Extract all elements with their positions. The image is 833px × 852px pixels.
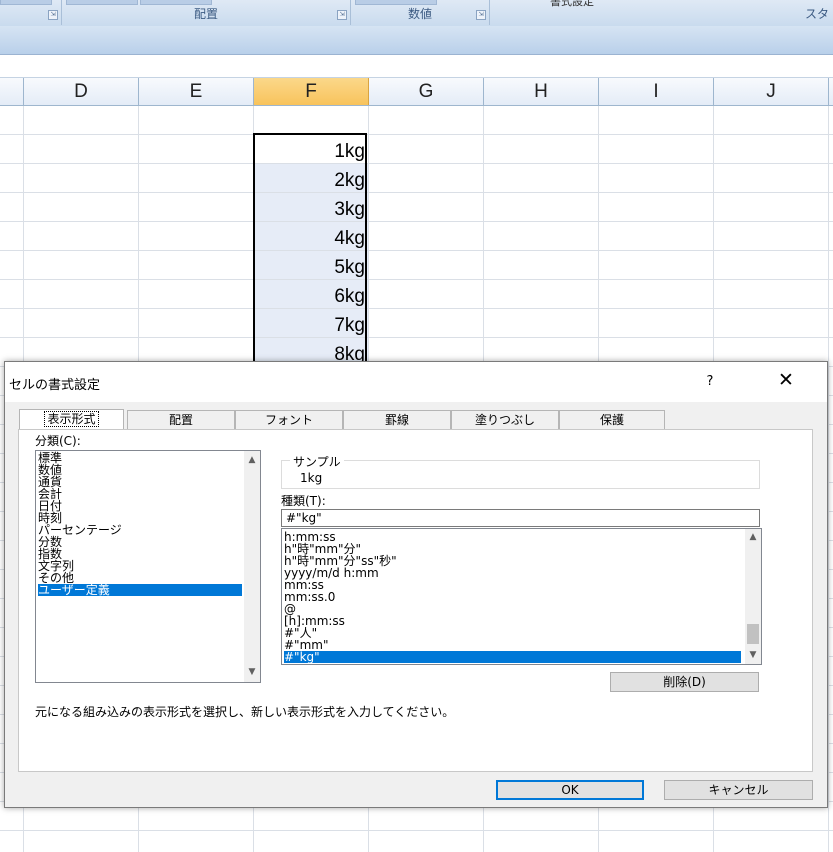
sample-value: 1kg [300,471,323,485]
delete-button[interactable]: 削除(D) [610,672,759,692]
scroll-thumb[interactable] [747,624,759,644]
dialog-title: セルの書式設定 [9,378,101,393]
list-item[interactable]: 会計 [38,488,242,500]
column-header-f[interactable]: F [254,78,369,105]
format-scrollbar[interactable]: ▲ ▼ [745,529,761,664]
dialog-launcher-icon[interactable]: ⇲ [48,10,58,20]
dialog-launcher-icon[interactable]: ⇲ [337,10,347,20]
category-scrollbar[interactable]: ▲ ▼ [244,451,260,682]
column-header-e[interactable]: E [139,78,254,105]
scroll-up-icon[interactable]: ▲ [745,530,761,545]
ribbon-group-label: 配置 [193,7,218,21]
type-label: 種類(T): [281,494,326,508]
column-header-row: D E F G H I J [0,78,833,106]
tab-number[interactable]: 表示形式 [19,409,124,430]
list-item[interactable]: #"mm" [284,639,741,651]
column-header-partial[interactable] [0,78,24,105]
ribbon-partial-text[interactable]: 書式設定 [550,0,594,9]
ribbon: ⇲ 配置 ⇲ 数値 ⇲ 書式設定 スタ [0,0,833,27]
close-icon[interactable]: ✕ [775,369,797,391]
list-item[interactable]: mm:ss [284,579,741,591]
list-item[interactable]: 通貨 [38,476,242,488]
column-header-d[interactable]: D [24,78,139,105]
list-item[interactable]: パーセンテージ [38,524,242,536]
ribbon-lower-band [0,26,833,55]
list-item[interactable]: mm:ss.0 [284,591,741,603]
list-item[interactable]: 標準 [38,452,242,464]
help-button[interactable]: ? [703,374,717,389]
description-text: 元になる組み込みの表示形式を選択し、新しい表示形式を入力してください。 [35,705,455,719]
ribbon-group-number: 数値 ⇲ [351,0,490,25]
column-header-i[interactable]: I [599,78,714,105]
list-item[interactable]: @ [284,603,741,615]
tab-border[interactable]: 罫線 [343,410,451,429]
list-item-selected[interactable]: ユーザー定義 [38,584,242,596]
list-item[interactable]: 数値 [38,464,242,476]
tab-fill[interactable]: 塗りつぶし [451,410,559,429]
dialog-launcher-icon[interactable]: ⇲ [476,10,486,20]
list-item[interactable]: [h]:mm:ss [284,615,741,627]
sample-label: サンプル [290,453,344,470]
list-item[interactable]: 分数 [38,536,242,548]
formula-bar[interactable] [0,55,833,78]
list-item[interactable]: 日付 [38,500,242,512]
tab-font[interactable]: フォント [235,410,343,429]
ribbon-group-font: ⇲ [0,0,62,25]
tab-alignment[interactable]: 配置 [127,410,235,429]
ok-button[interactable]: OK [496,780,644,800]
category-label: 分類(C): [35,434,81,448]
scroll-down-icon[interactable]: ▼ [745,648,761,663]
dialog-title-bar[interactable]: セルの書式設定 ? ✕ [5,362,827,402]
tab-protection[interactable]: 保護 [559,410,665,429]
column-header-g[interactable]: G [369,78,484,105]
ribbon-group-label: スタ [804,7,829,21]
type-input[interactable]: #"kg" [281,509,760,527]
format-cells-dialog: セルの書式設定 ? ✕ 表示形式 配置 フォント 罫線 塗りつぶし 保護 分類(… [4,361,828,808]
list-item[interactable]: #"人" [284,627,741,639]
ribbon-group-label: 数値 [407,7,432,21]
category-list[interactable]: 標準 数値 通貨 会計 日付 時刻 パーセンテージ 分数 指数 文字列 その他 … [35,450,261,683]
number-tab-panel: 分類(C): 標準 数値 通貨 会計 日付 時刻 パーセンテージ 分数 指数 文… [18,429,813,772]
cancel-button[interactable]: キャンセル [664,780,813,800]
scroll-down-icon[interactable]: ▼ [244,665,260,680]
list-item-selected[interactable]: #"kg" [284,651,741,663]
format-list[interactable]: h:mm:ss h"時"mm"分" h"時"mm"分"ss"秒" yyyy/m/… [281,528,762,665]
selection-border [253,133,367,373]
scroll-up-icon[interactable]: ▲ [244,453,260,468]
column-header-h[interactable]: H [484,78,599,105]
ribbon-group-alignment: 配置 ⇲ [62,0,351,25]
sample-group: サンプル 1kg [281,453,760,489]
list-item[interactable]: yyyy/m/d h:mm [284,567,741,579]
ribbon-group-styles: 書式設定 スタ [490,0,833,25]
column-header-j[interactable]: J [714,78,829,105]
